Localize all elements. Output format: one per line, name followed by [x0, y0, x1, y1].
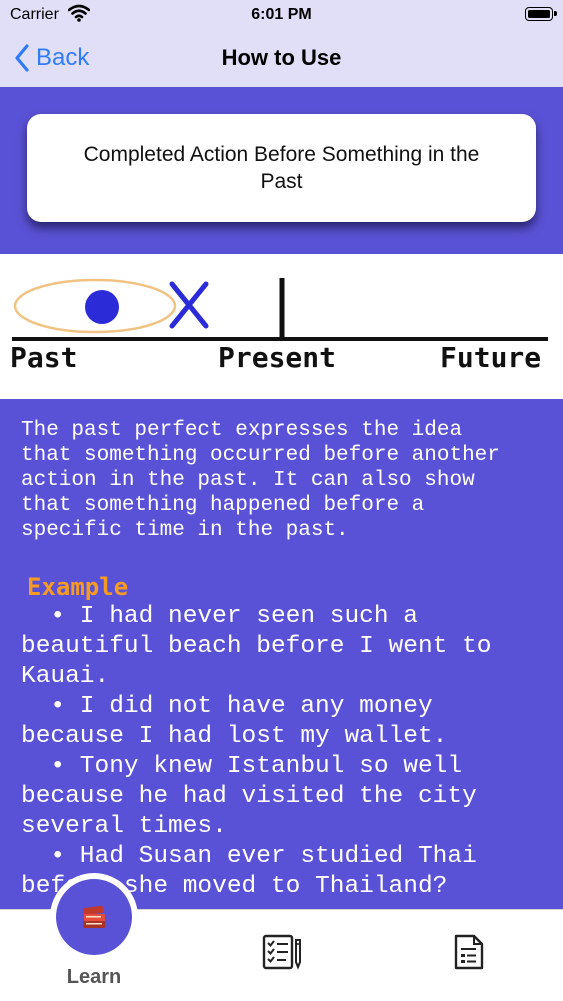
description-text: The past perfect expresses the idea that… [21, 419, 500, 542]
tab-notes[interactable] [453, 934, 485, 975]
tab-learn[interactable] [56, 879, 132, 955]
page-title: How to Use [221, 45, 342, 70]
timeline-graphic [12, 278, 548, 341]
tense-title-card: Completed Action Before Something in the… [27, 114, 536, 222]
example-heading: Example [27, 573, 129, 601]
examples-list: • I had never seen such a beautiful beac… [21, 602, 551, 902]
timeline-label-future: Future [440, 341, 542, 374]
tense-title: Completed Action Before Something in the… [83, 143, 480, 193]
document-list-icon [454, 934, 484, 970]
example-item: • I had never seen such a beautiful beac… [21, 603, 492, 690]
status-bar: Carrier 6:01 PM [0, 0, 563, 30]
tab-quiz[interactable] [262, 934, 302, 975]
books-icon [82, 905, 105, 928]
tab-learn-label: Learn [66, 966, 122, 988]
example-item: • I did not have any money because I had… [21, 693, 448, 750]
lesson-content: The past perfect expresses the idea that… [21, 418, 551, 902]
timeline-label-past: Past [10, 341, 78, 374]
example-item: • Tony knew Istanbul so well because he … [21, 753, 477, 840]
timeline-diagram: Past Present Future [0, 254, 563, 399]
navigation-bar: Back How to Use [0, 30, 563, 87]
timeline-label-present: Present [218, 341, 337, 374]
battery-icon [525, 7, 557, 21]
checklist-pencil-icon [262, 934, 301, 970]
status-time: 6:01 PM [251, 6, 312, 23]
